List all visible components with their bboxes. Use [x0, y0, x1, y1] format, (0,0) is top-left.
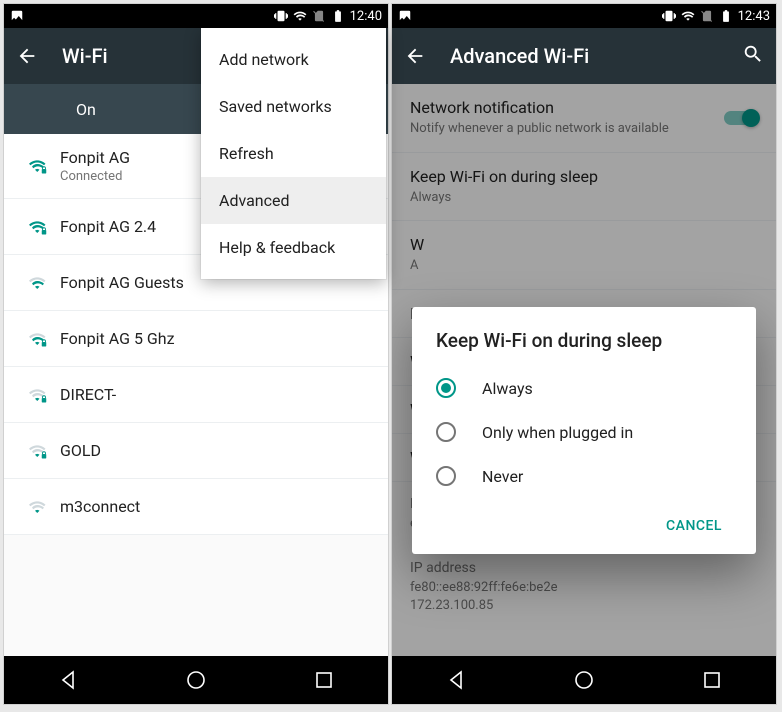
wifi-signal-icon	[16, 386, 60, 404]
battery-icon	[331, 9, 345, 23]
nav-bar	[4, 656, 388, 704]
menu-item[interactable]: Refresh	[201, 130, 386, 177]
wifi-signal-icon	[16, 330, 60, 348]
no-sim-icon	[700, 9, 714, 23]
phone-right: 12:43 Advanced Wi-Fi Network notificatio…	[392, 4, 776, 704]
menu-item[interactable]: Advanced	[201, 177, 386, 224]
wifi-network-item[interactable]: DIRECT-	[4, 367, 388, 423]
vibrate-icon	[662, 9, 676, 23]
radio-label: Always	[482, 379, 533, 398]
wifi-signal-icon	[16, 442, 60, 460]
overflow-menu: Add networkSaved networksRefreshAdvanced…	[201, 28, 386, 279]
image-icon	[398, 9, 412, 23]
wifi-signal-icon	[16, 498, 60, 516]
wifi-icon	[293, 9, 307, 23]
dialog-title: Keep Wi-Fi on during sleep	[436, 329, 732, 352]
wifi-item-ssid: GOLD	[60, 441, 376, 460]
radio-icon	[436, 466, 456, 486]
radio-label: Only when plugged in	[482, 423, 633, 442]
status-bar: 12:40	[4, 4, 388, 28]
page-title: Advanced Wi-Fi	[450, 44, 589, 68]
cancel-button[interactable]: CANCEL	[656, 508, 732, 544]
image-icon	[10, 9, 24, 23]
no-sim-icon	[312, 9, 326, 23]
wifi-network-item[interactable]: Fonpit AG 5 Ghz	[4, 311, 388, 367]
nav-back-icon[interactable]	[56, 668, 80, 692]
vibrate-icon	[274, 9, 288, 23]
radio-option[interactable]: Always	[436, 366, 732, 410]
wifi-network-item[interactable]: m3connect	[4, 479, 388, 535]
radio-icon	[436, 422, 456, 442]
wifi-signal-icon	[16, 218, 60, 236]
menu-item[interactable]: Add network	[201, 36, 386, 83]
battery-icon	[719, 9, 733, 23]
action-bar: Advanced Wi-Fi	[392, 28, 776, 84]
settings-scroll: Network notification Notify whenever a p…	[392, 84, 776, 656]
back-button[interactable]	[404, 45, 426, 67]
wifi-signal-icon	[16, 274, 60, 292]
nav-home-icon[interactable]	[572, 668, 596, 692]
wifi-item-ssid: DIRECT-	[60, 385, 376, 404]
nav-back-icon[interactable]	[444, 668, 468, 692]
radio-icon	[436, 378, 456, 398]
dialog-keep-wifi: Keep Wi-Fi on during sleep Always Only w…	[412, 307, 756, 554]
wifi-network-item[interactable]: GOLD	[4, 423, 388, 479]
wifi-icon	[681, 9, 695, 23]
status-bar: 12:43	[392, 4, 776, 28]
wifi-toggle-label: On	[76, 100, 96, 119]
phone-left: 12:40 Wi-Fi On Fonpit AG Connected Fonpi…	[4, 4, 388, 704]
back-button[interactable]	[16, 45, 38, 67]
search-button[interactable]	[742, 43, 764, 70]
page-title: Wi-Fi	[62, 44, 108, 68]
nav-recent-icon[interactable]	[312, 668, 336, 692]
nav-recent-icon[interactable]	[700, 668, 724, 692]
nav-home-icon[interactable]	[184, 668, 208, 692]
status-time: 12:43	[738, 9, 770, 24]
wifi-signal-icon	[16, 157, 60, 175]
status-time: 12:40	[350, 9, 382, 24]
wifi-item-ssid: Fonpit AG 5 Ghz	[60, 329, 376, 348]
radio-label: Never	[482, 467, 523, 486]
menu-item[interactable]: Saved networks	[201, 83, 386, 130]
menu-item[interactable]: Help & feedback	[201, 224, 386, 271]
wifi-item-ssid: m3connect	[60, 497, 376, 516]
radio-option[interactable]: Never	[436, 454, 732, 498]
nav-bar	[392, 656, 776, 704]
radio-option[interactable]: Only when plugged in	[436, 410, 732, 454]
